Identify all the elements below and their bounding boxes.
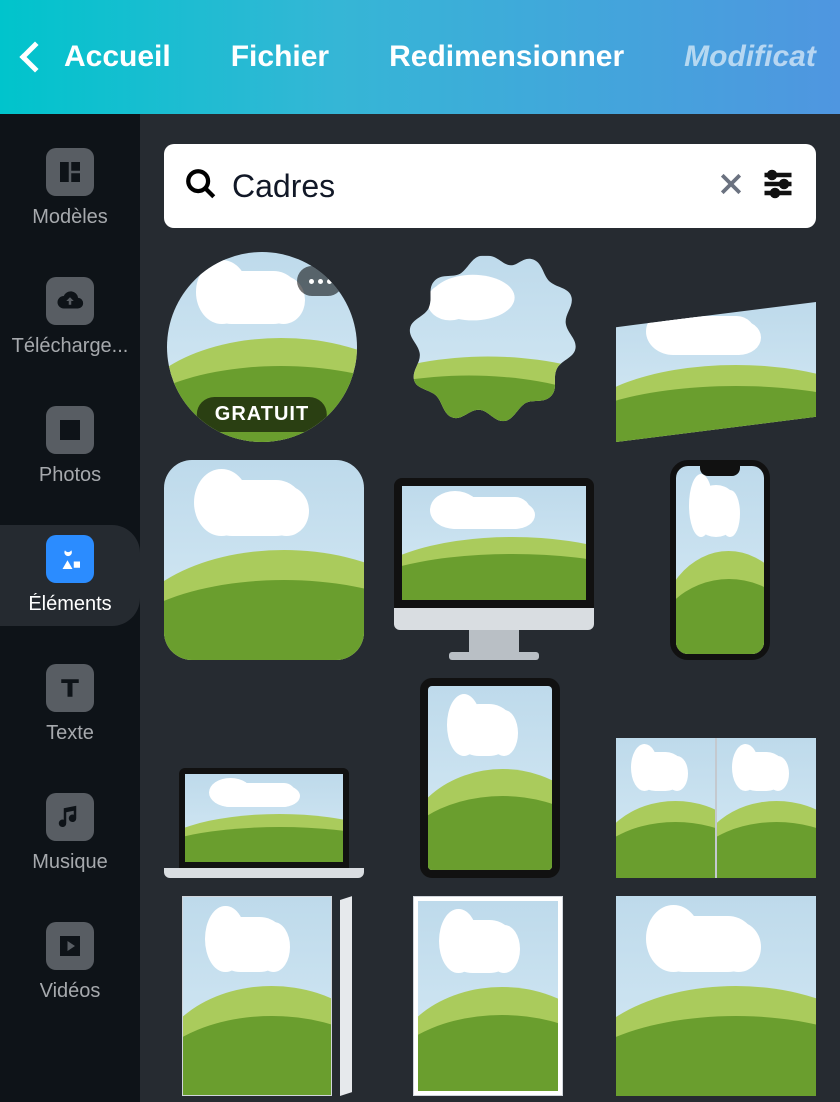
edit-label: Modificat — [684, 40, 816, 73]
upload-icon — [46, 277, 94, 325]
frame-smartphone[interactable] — [670, 460, 770, 660]
frame-laptop[interactable] — [164, 768, 364, 878]
frame-portrait-bordered[interactable] — [413, 896, 563, 1096]
sidebar-item-label: Vidéos — [40, 980, 101, 1003]
search-bar — [164, 144, 816, 228]
home-button[interactable]: Accueil — [24, 40, 171, 74]
main-area: Modèles Télécharge... Photos Éléments Te — [0, 114, 840, 1102]
resize-label: Redimensionner — [389, 40, 624, 73]
video-icon — [46, 922, 94, 970]
frame-rounded-square[interactable] — [164, 460, 364, 660]
sidebar-item-label: Photos — [39, 464, 101, 487]
chevron-left-icon — [24, 46, 46, 68]
sidebar-item-label: Modèles — [32, 206, 108, 229]
search-input[interactable] — [232, 168, 702, 205]
music-icon — [46, 793, 94, 841]
sidebar-item-photos[interactable]: Photos — [0, 396, 140, 497]
frame-open-book[interactable] — [616, 738, 816, 878]
sidebar-item-label: Télécharge... — [12, 335, 129, 358]
sidebar-item-uploads[interactable]: Télécharge... — [0, 267, 140, 368]
sidebar-item-music[interactable]: Musique — [0, 783, 140, 884]
search-icon — [184, 167, 218, 206]
photos-icon — [46, 406, 94, 454]
elements-icon — [46, 535, 94, 583]
sidebar-item-label: Texte — [46, 722, 94, 745]
frame-scallop[interactable] — [393, 252, 583, 442]
filter-button[interactable] — [760, 166, 796, 207]
sidebar-item-elements[interactable]: Éléments — [0, 525, 140, 626]
more-options-button[interactable] — [297, 266, 343, 296]
text-icon — [46, 664, 94, 712]
frame-parallelogram[interactable] — [616, 302, 816, 442]
frame-circle[interactable]: GRATUIT — [167, 252, 357, 442]
sidebar-item-videos[interactable]: Vidéos — [0, 912, 140, 1013]
free-badge: GRATUIT — [197, 397, 327, 432]
file-label: Fichier — [231, 40, 329, 73]
sidebar-item-label: Éléments — [28, 593, 111, 616]
file-menu[interactable]: Fichier — [231, 40, 329, 74]
templates-icon — [46, 148, 94, 196]
frames-grid: GRATUIT — [164, 252, 816, 1102]
edit-menu[interactable]: Modificat — [684, 40, 816, 74]
sidebar-item-label: Musique — [32, 851, 108, 874]
left-sidebar: Modèles Télécharge... Photos Éléments Te — [0, 114, 140, 1102]
frame-rectangle[interactable] — [616, 896, 816, 1096]
sidebar-item-text[interactable]: Texte — [0, 654, 140, 755]
frame-book-3d[interactable] — [182, 896, 342, 1096]
clear-search-button[interactable] — [716, 169, 746, 204]
elements-panel: GRATUIT — [140, 114, 840, 1102]
frame-tablet[interactable] — [420, 678, 560, 878]
sidebar-item-templates[interactable]: Modèles — [0, 138, 140, 239]
top-menu-bar: Accueil Fichier Redimensionner Modificat — [0, 0, 840, 114]
resize-menu[interactable]: Redimensionner — [389, 40, 624, 74]
frame-desktop-monitor[interactable] — [394, 478, 594, 660]
home-label: Accueil — [64, 40, 171, 74]
